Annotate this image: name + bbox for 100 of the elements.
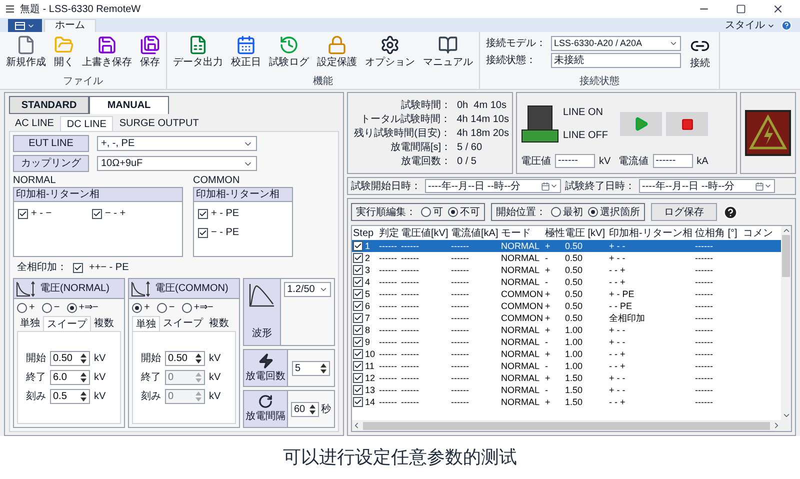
column-header[interactable]: 判定 xyxy=(378,226,400,240)
ribbon-button[interactable]: マニュアル xyxy=(420,35,476,69)
connect-button[interactable]: 接続 xyxy=(687,36,713,70)
radio-button[interactable] xyxy=(66,302,77,312)
radio-button[interactable] xyxy=(42,302,52,312)
radio-button[interactable] xyxy=(421,207,431,217)
checkbox[interactable] xyxy=(353,349,363,359)
chevron-down-icon[interactable] xyxy=(319,285,328,294)
ribbon-button[interactable]: 設定保護 xyxy=(314,35,360,69)
table-row[interactable]: 1 ------ ------ ------ NORMAL + 0.50 + - - ------ xyxy=(352,240,781,252)
column-header[interactable]: モード xyxy=(500,226,544,240)
checkbox[interactable] xyxy=(353,265,363,275)
column-header[interactable]: 電圧値[kV] xyxy=(400,226,450,240)
tab[interactable]: DC LINE xyxy=(60,116,114,131)
tab[interactable]: MANUAL xyxy=(89,96,169,114)
style-menu[interactable]: スタイル xyxy=(725,19,775,32)
column-header[interactable]: 極性 xyxy=(544,226,564,240)
checkbox[interactable] xyxy=(353,337,363,347)
tab[interactable]: 複数 xyxy=(206,316,232,331)
date-picker[interactable]: ----年--月--日 --時--分 xyxy=(425,179,561,193)
tab[interactable]: スイープ xyxy=(43,316,91,331)
scroll-left-icon[interactable] xyxy=(352,421,361,430)
number-field[interactable]: 6.0 xyxy=(50,370,90,385)
column-header[interactable]: 位相角 [°] xyxy=(694,226,742,240)
chevron-down-icon[interactable] xyxy=(764,182,772,190)
checkbox[interactable] xyxy=(353,313,363,323)
horizontal-scrollbar[interactable] xyxy=(352,420,791,431)
tab[interactable]: 単独 xyxy=(17,316,43,331)
checkbox[interactable] xyxy=(18,208,28,218)
chevron-down-icon[interactable] xyxy=(550,182,558,190)
ribbon-button[interactable]: 試験ログ xyxy=(266,35,312,69)
column-header[interactable]: Step xyxy=(352,226,378,240)
dropdown[interactable]: 10Ω+9uF xyxy=(97,156,257,171)
close-icon[interactable] xyxy=(772,3,784,15)
column-header[interactable]: コメン xyxy=(742,226,774,240)
stop-button[interactable] xyxy=(666,112,708,136)
checkbox[interactable] xyxy=(353,361,363,371)
checkbox[interactable] xyxy=(92,208,102,218)
radio-button[interactable] xyxy=(588,207,598,217)
tab[interactable]: STANDARD xyxy=(9,96,89,114)
column-header[interactable]: 電圧 [kV] xyxy=(564,226,608,240)
scroll-right-icon[interactable] xyxy=(772,421,781,430)
ribbon-button[interactable]: 保存 xyxy=(137,35,163,69)
vertical-scrollbar[interactable] xyxy=(781,226,791,420)
spinner-arrows-icon[interactable] xyxy=(80,353,87,364)
tab[interactable]: スイープ xyxy=(160,316,206,331)
app-menu-button[interactable] xyxy=(8,19,42,32)
ribbon-button[interactable]: 開く xyxy=(51,35,77,69)
number-field[interactable]: 0.50 xyxy=(50,351,90,366)
checkbox[interactable] xyxy=(353,289,363,299)
spinner-arrows-icon[interactable] xyxy=(80,391,87,402)
ribbon-button[interactable]: 校正日 xyxy=(228,35,264,69)
scrollbar-thumb[interactable] xyxy=(782,235,790,277)
scroll-down-icon[interactable] xyxy=(782,411,790,420)
radio-button[interactable] xyxy=(448,207,458,217)
start-button[interactable] xyxy=(620,112,662,136)
spinner-arrows-icon[interactable] xyxy=(309,404,316,414)
checkbox[interactable] xyxy=(353,373,363,383)
radio-button[interactable] xyxy=(17,302,27,312)
number-field[interactable]: 60 xyxy=(291,402,319,416)
checkbox[interactable] xyxy=(353,241,363,251)
maximize-icon[interactable] xyxy=(736,4,746,14)
scroll-up-icon[interactable] xyxy=(782,226,790,235)
model-dropdown[interactable]: LSS-6330-A20 / A20A xyxy=(551,36,681,51)
radio-button[interactable] xyxy=(551,207,561,217)
radio-button[interactable] xyxy=(132,302,142,312)
checkbox[interactable] xyxy=(353,277,363,287)
radio-button[interactable] xyxy=(182,302,192,312)
ribbon-button[interactable]: 新規作成 xyxy=(3,35,49,69)
tab[interactable]: ホーム xyxy=(44,19,96,32)
spinner-arrows-icon[interactable] xyxy=(320,362,327,374)
tab[interactable]: AC LINE xyxy=(9,116,60,131)
help-icon[interactable] xyxy=(723,204,738,220)
ribbon-button[interactable]: オプション xyxy=(362,35,418,69)
number-field[interactable]: 5 xyxy=(292,360,330,376)
checkbox[interactable] xyxy=(73,262,83,272)
checkbox[interactable] xyxy=(198,228,208,238)
date-picker[interactable]: ----年--月--日 --時--分 xyxy=(639,179,775,193)
checkbox[interactable] xyxy=(353,301,363,311)
checkbox[interactable] xyxy=(353,253,363,263)
checkbox[interactable] xyxy=(198,208,208,218)
column-header[interactable]: 印加相-リターン相 xyxy=(608,226,694,240)
checkbox[interactable] xyxy=(353,385,363,395)
spinner-arrows-icon[interactable] xyxy=(195,353,202,364)
radio-button[interactable] xyxy=(156,302,167,312)
tab[interactable]: 単独 xyxy=(132,316,160,331)
dropdown[interactable]: +, -, PE xyxy=(97,136,257,151)
tab[interactable]: SURGE OUTPUT xyxy=(113,116,205,131)
ribbon-button[interactable]: 上書き保存 xyxy=(79,35,135,69)
tab[interactable]: 複数 xyxy=(91,316,117,331)
number-field[interactable]: 0.50 xyxy=(165,351,205,366)
checkbox[interactable] xyxy=(353,325,363,335)
chevron-down-icon[interactable] xyxy=(669,39,678,48)
spinner-arrows-icon[interactable] xyxy=(80,372,87,383)
log-save-button[interactable]: ログ保存 xyxy=(651,203,717,221)
ribbon-button[interactable]: データ出力 xyxy=(170,35,226,69)
number-field[interactable]: 0.5 xyxy=(50,389,90,404)
checkbox[interactable] xyxy=(353,397,363,407)
dropdown[interactable]: 1.2/50 xyxy=(284,282,331,297)
column-header[interactable]: 電流値[kA] xyxy=(450,226,500,240)
